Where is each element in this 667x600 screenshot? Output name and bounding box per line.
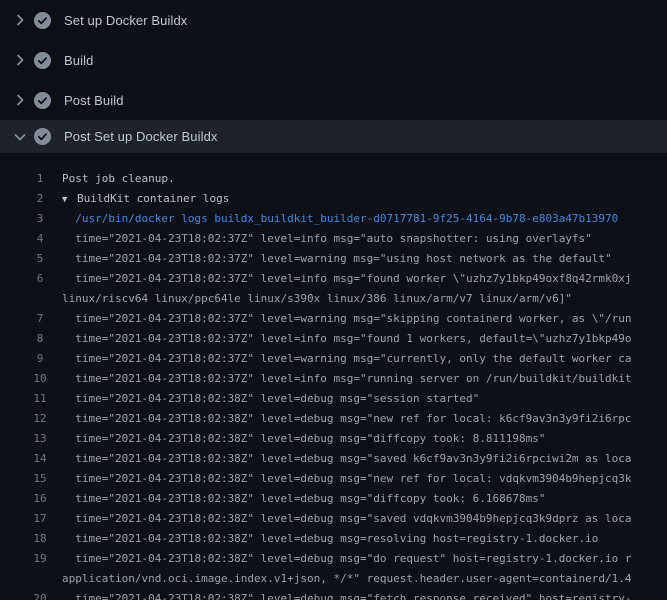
step-header-post-build[interactable]: Post Build: [0, 80, 667, 120]
log-row: 14 time="2021-04-23T18:02:38Z" level=deb…: [0, 449, 667, 469]
log-row: 17 time="2021-04-23T18:02:38Z" level=deb…: [0, 509, 667, 529]
check-circle-icon: [34, 12, 51, 29]
line-number[interactable]: 6: [26, 269, 54, 289]
log-text: time="2021-04-23T18:02:38Z" level=debug …: [54, 489, 545, 509]
chevron-right-icon: [12, 52, 28, 68]
log-text-content: BuildKit container logs: [77, 192, 229, 205]
step-label: Post Build: [64, 93, 124, 108]
log-row: 19 time="2021-04-23T18:02:38Z" level=deb…: [0, 549, 667, 569]
log-text: time="2021-04-23T18:02:37Z" level=info m…: [54, 229, 592, 249]
log-text: time="2021-04-23T18:02:37Z" level=info m…: [54, 329, 632, 349]
steps-list: Set up Docker Buildx Build Post Build Post …: [0, 0, 667, 153]
line-number[interactable]: 17: [26, 509, 54, 529]
line-number[interactable]: 5: [26, 249, 54, 269]
log-row: 16 time="2021-04-23T18:02:38Z" level=deb…: [0, 489, 667, 509]
log-text: time="2021-04-23T18:02:38Z" level=debug …: [54, 589, 632, 600]
line-number[interactable]: 18: [26, 529, 54, 549]
log-text: time="2021-04-23T18:02:38Z" level=debug …: [54, 549, 632, 569]
log-row: application/vnd.oci.image.index.v1+json,…: [0, 569, 667, 589]
chevron-right-icon: [12, 92, 28, 108]
log-row: 15 time="2021-04-23T18:02:38Z" level=deb…: [0, 469, 667, 489]
line-number[interactable]: 14: [26, 449, 54, 469]
log-text: time="2021-04-23T18:02:38Z" level=debug …: [54, 469, 632, 489]
step-header-post-set-up-docker-buildx[interactable]: Post Set up Docker Buildx: [0, 120, 667, 153]
log-area: 1Post job cleanup.2 ▼ BuildKit container l…: [0, 153, 667, 600]
line-number[interactable]: 19: [26, 549, 54, 569]
chevron-down-icon: [12, 129, 28, 145]
log-text: time="2021-04-23T18:02:37Z" level=info m…: [54, 269, 632, 289]
workflow-log-viewer: Set up Docker Buildx Build Post Build Post …: [0, 0, 667, 600]
log-text: time="2021-04-23T18:02:38Z" level=debug …: [54, 529, 598, 549]
line-number[interactable]: 1: [26, 169, 54, 189]
line-number[interactable]: 11: [26, 389, 54, 409]
step-header-build[interactable]: Build: [0, 40, 667, 80]
line-number[interactable]: 12: [26, 409, 54, 429]
check-circle-icon: [34, 52, 51, 69]
line-number[interactable]: 3: [26, 209, 54, 229]
log-row: 20 time="2021-04-23T18:02:38Z" level=deb…: [0, 589, 667, 600]
log-text: time="2021-04-23T18:02:37Z" level=info m…: [54, 369, 632, 389]
log-row: 10 time="2021-04-23T18:02:37Z" level=inf…: [0, 369, 667, 389]
collapse-group-icon[interactable]: ▼: [62, 190, 72, 209]
log-row: 1Post job cleanup.: [0, 169, 667, 189]
log-row: 2 ▼ BuildKit container logs: [0, 189, 667, 209]
log-text: time="2021-04-23T18:02:38Z" level=debug …: [54, 429, 545, 449]
log-text: time="2021-04-23T18:02:38Z" level=debug …: [54, 389, 479, 409]
step-label: Set up Docker Buildx: [64, 13, 187, 28]
log-row: 12 time="2021-04-23T18:02:38Z" level=deb…: [0, 409, 667, 429]
log-text: linux/riscv64 linux/ppc64le linux/s390x …: [54, 289, 572, 309]
line-number[interactable]: 16: [26, 489, 54, 509]
log-row: 5 time="2021-04-23T18:02:37Z" level=warn…: [0, 249, 667, 269]
log-row: 11 time="2021-04-23T18:02:38Z" level=deb…: [0, 389, 667, 409]
line-number[interactable]: 13: [26, 429, 54, 449]
log-row: 3 /usr/bin/docker logs buildx_buildkit_b…: [0, 209, 667, 229]
log-row: 7 time="2021-04-23T18:02:37Z" level=warn…: [0, 309, 667, 329]
log-row: 18 time="2021-04-23T18:02:38Z" level=deb…: [0, 529, 667, 549]
log-text: /usr/bin/docker logs buildx_buildkit_bui…: [54, 209, 618, 229]
line-number[interactable]: 8: [26, 329, 54, 349]
log-text: time="2021-04-23T18:02:37Z" level=warnin…: [54, 349, 632, 369]
log-row: 13 time="2021-04-23T18:02:38Z" level=deb…: [0, 429, 667, 449]
step-label: Post Set up Docker Buildx: [64, 129, 218, 144]
line-number[interactable]: 20: [26, 589, 54, 600]
log-text: time="2021-04-23T18:02:37Z" level=warnin…: [54, 309, 632, 329]
line-number: [26, 289, 54, 309]
log-row: 4 time="2021-04-23T18:02:37Z" level=info…: [0, 229, 667, 249]
line-number[interactable]: 15: [26, 469, 54, 489]
log-row: 9 time="2021-04-23T18:02:37Z" level=warn…: [0, 349, 667, 369]
line-number[interactable]: 9: [26, 349, 54, 369]
line-number[interactable]: 7: [26, 309, 54, 329]
log-row: 8 time="2021-04-23T18:02:37Z" level=info…: [0, 329, 667, 349]
line-number[interactable]: 2: [26, 189, 54, 209]
log-text: Post job cleanup.: [54, 169, 175, 189]
line-number: [26, 569, 54, 589]
log-text: application/vnd.oci.image.index.v1+json,…: [54, 569, 632, 589]
step-label: Build: [64, 53, 93, 68]
line-number[interactable]: 4: [26, 229, 54, 249]
step-header-set-up-docker-buildx[interactable]: Set up Docker Buildx: [0, 0, 667, 40]
log-text: time="2021-04-23T18:02:37Z" level=warnin…: [54, 249, 612, 269]
log-text: ▼ BuildKit container logs: [54, 189, 229, 209]
log-row: linux/riscv64 linux/ppc64le linux/s390x …: [0, 289, 667, 309]
check-circle-icon: [34, 92, 51, 109]
log-text: time="2021-04-23T18:02:38Z" level=debug …: [54, 449, 632, 469]
line-number[interactable]: 10: [26, 369, 54, 389]
chevron-right-icon: [12, 12, 28, 28]
log-text: time="2021-04-23T18:02:38Z" level=debug …: [54, 509, 632, 529]
check-circle-icon: [34, 128, 51, 145]
log-text: time="2021-04-23T18:02:38Z" level=debug …: [54, 409, 632, 429]
log-row: 6 time="2021-04-23T18:02:37Z" level=info…: [0, 269, 667, 289]
